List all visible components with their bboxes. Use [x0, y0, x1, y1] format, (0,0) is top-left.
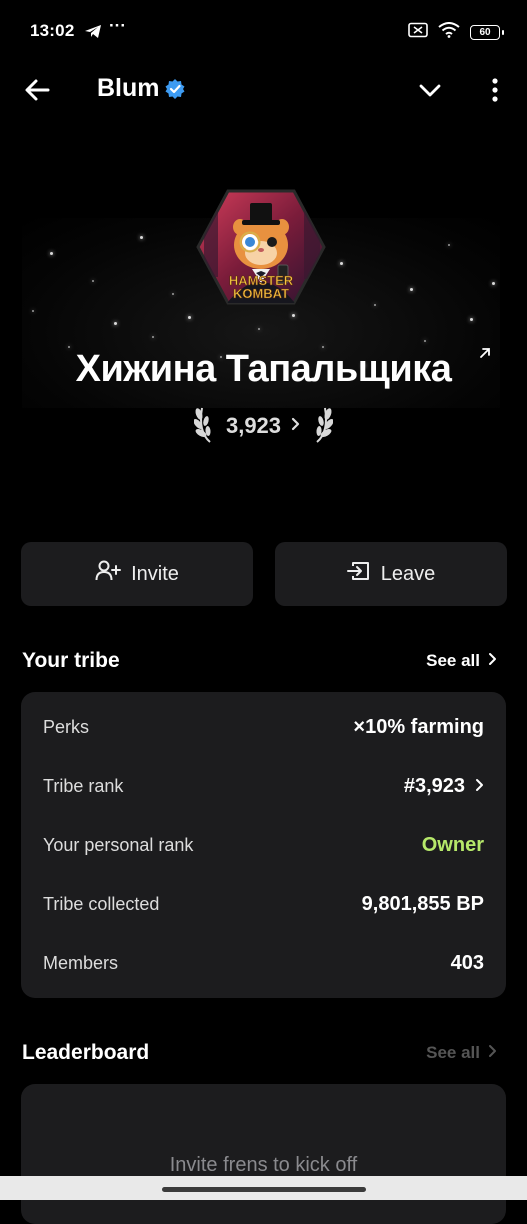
- invite-button[interactable]: Invite: [21, 542, 253, 606]
- system-navigation-bar: [0, 1176, 527, 1200]
- tribe-rank-link[interactable]: 3,923: [0, 406, 527, 446]
- see-all-label: See all: [426, 1043, 480, 1062]
- leave-button[interactable]: Leave: [275, 542, 507, 606]
- row-label: Perks: [43, 716, 90, 737]
- exit-icon: [346, 560, 371, 588]
- your-tribe-heading: Your tribe: [22, 649, 120, 672]
- more-vertical-icon[interactable]: [486, 74, 504, 106]
- tribe-rank-value: 3,923: [225, 413, 282, 438]
- app-title: Blum: [97, 74, 160, 102]
- chevron-right-icon: [488, 1043, 497, 1063]
- home-gesture-handle[interactable]: [162, 1187, 366, 1192]
- laurel-right-icon: [311, 404, 334, 449]
- row-label: Your personal rank: [43, 834, 194, 855]
- tribe-rank-row[interactable]: Tribe rank #3,923: [43, 771, 484, 801]
- avatar-text-kombat: KOMBAT: [233, 286, 289, 301]
- chevron-right-icon: [475, 775, 484, 798]
- leaderboard-empty-text: Invite frens to kick off: [169, 1154, 358, 1176]
- your-tribe-see-all-link[interactable]: See all: [426, 651, 497, 671]
- tribe-collected-row: Tribe collected 9,801,855 BP: [43, 889, 484, 919]
- notification-off-icon: [408, 22, 428, 43]
- verified-badge-icon: [164, 78, 186, 105]
- personal-rank-row: Your personal rank Owner: [43, 830, 484, 860]
- chevron-right-icon: [488, 651, 497, 671]
- leaderboard-heading: Leaderboard: [22, 1041, 150, 1064]
- leaderboard-see-all-link[interactable]: See all: [426, 1043, 497, 1063]
- tribe-rank-text: #3,923: [403, 774, 465, 797]
- tribe-rank-row-value: #3,923: [404, 775, 484, 798]
- tribe-info-card: Perks ×10% farming Tribe rank #3,923 You…: [21, 692, 506, 998]
- status-time: 13:02: [30, 21, 75, 40]
- members-row: Members 403: [43, 948, 484, 978]
- status-more-icon: ···: [109, 16, 126, 35]
- telegram-icon: [84, 24, 102, 44]
- wifi-icon: [438, 22, 460, 43]
- invite-label: Invite: [131, 562, 179, 585]
- back-arrow-icon[interactable]: [22, 74, 54, 106]
- row-label: Members: [43, 952, 119, 973]
- see-all-label: See all: [426, 651, 480, 670]
- add-user-icon: [95, 560, 122, 588]
- personal-rank-value: Owner: [421, 833, 484, 856]
- tribe-avatar: HAMSTER KOMBAT: [194, 187, 328, 307]
- row-label: Tribe rank: [43, 775, 124, 796]
- external-link-icon[interactable]: [478, 346, 492, 365]
- tribe-name: Хижина Тапальщика: [75, 348, 452, 390]
- row-label: Tribe collected: [43, 893, 160, 914]
- leaderboard-card: Invite frens to kick off: [21, 1084, 506, 1224]
- battery-icon: 60: [470, 25, 504, 40]
- tribe-collected-value: 9,801,855 BP: [361, 892, 484, 915]
- chevron-down-icon[interactable]: [416, 76, 444, 104]
- top-app-bar: Blum: [0, 62, 527, 118]
- status-bar: 13:02 ··· 60: [0, 0, 527, 62]
- perks-value: ×10% farming: [353, 715, 484, 738]
- leave-label: Leave: [380, 562, 436, 585]
- perks-row: Perks ×10% farming: [43, 712, 484, 742]
- laurel-left-icon: [193, 404, 216, 449]
- chevron-right-icon: [291, 416, 301, 437]
- members-value: 403: [450, 951, 484, 974]
